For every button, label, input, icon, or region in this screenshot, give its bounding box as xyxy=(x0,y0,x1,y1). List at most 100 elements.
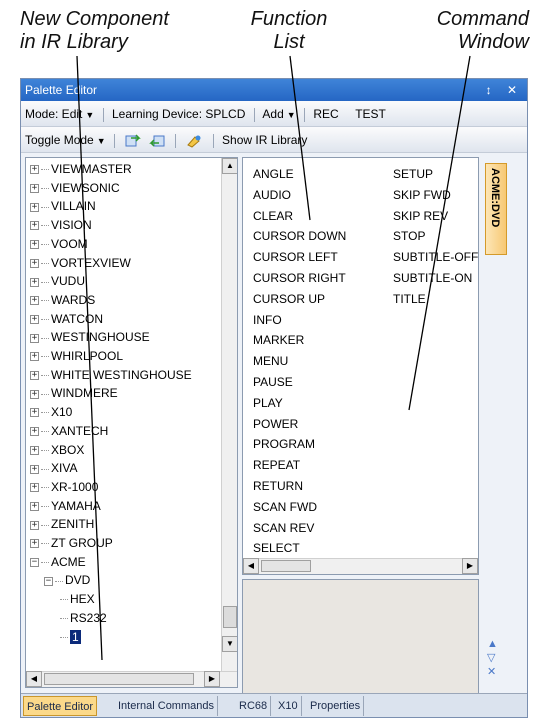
function-item[interactable]: CLEAR xyxy=(253,208,293,224)
expand-icon[interactable]: + xyxy=(30,464,39,474)
import-icon[interactable] xyxy=(125,134,142,148)
show-ir-library-button[interactable]: Show IR Library xyxy=(222,133,307,147)
tree-item[interactable]: + XIVA xyxy=(30,459,77,477)
function-item[interactable]: SCAN FWD xyxy=(253,499,317,515)
tree-item[interactable]: + XR-1000 xyxy=(30,478,98,496)
expand-icon[interactable]: + xyxy=(30,371,39,381)
expand-icon[interactable]: + xyxy=(30,352,39,362)
function-item[interactable]: SUBTITLE-OFF xyxy=(393,249,478,265)
expand-icon[interactable]: + xyxy=(30,221,39,231)
tree-item-acme[interactable]: − ACME xyxy=(30,553,86,571)
function-item[interactable]: PROGRAM xyxy=(253,436,315,452)
tree-item[interactable]: + XANTECH xyxy=(30,422,108,440)
learning-device-button[interactable]: Learning Device: SPLCD xyxy=(112,107,245,121)
function-item[interactable]: SCAN REV xyxy=(253,520,314,536)
expand-icon[interactable]: + xyxy=(30,408,39,418)
mode-dropdown[interactable]: Mode: Edit ▼ xyxy=(25,107,94,121)
expand-icon[interactable]: + xyxy=(30,296,39,306)
pin-up-icon[interactable]: ▲ xyxy=(487,637,498,651)
tree-item[interactable]: + XBOX xyxy=(30,441,84,459)
expand-icon[interactable]: + xyxy=(30,520,39,530)
collapse-icon[interactable]: − xyxy=(44,576,53,586)
function-item[interactable]: SELECT xyxy=(253,540,300,556)
ir-library-icon[interactable] xyxy=(186,134,202,148)
expand-icon[interactable]: + xyxy=(30,389,39,399)
function-item[interactable]: SETUP xyxy=(393,166,433,182)
function-item[interactable]: POWER xyxy=(253,416,298,432)
tab-internal-commands[interactable]: Internal Commands xyxy=(115,696,218,716)
function-item[interactable]: MARKER xyxy=(253,332,304,348)
tab-rc68[interactable]: RC68 xyxy=(236,696,272,716)
expand-icon[interactable]: + xyxy=(30,165,39,175)
scroll-left-icon[interactable]: ◀ xyxy=(243,558,259,574)
close-icon[interactable]: ✕ xyxy=(487,665,498,679)
tree-item[interactable]: + ZENITH xyxy=(30,515,94,533)
tree-item[interactable]: + WHITE WESTINGHOUSE xyxy=(30,366,192,384)
pin-down-icon[interactable]: ▽ xyxy=(487,651,498,665)
function-item[interactable]: STOP xyxy=(393,228,425,244)
tab-properties[interactable]: Properties xyxy=(307,696,365,716)
expand-icon[interactable]: + xyxy=(30,427,39,437)
expand-icon[interactable]: + xyxy=(30,501,39,511)
tree-item[interactable]: + VIEWMASTER xyxy=(30,160,132,178)
tree-item[interactable]: + ZT GROUP xyxy=(30,534,113,552)
function-item[interactable]: PAUSE xyxy=(253,374,293,390)
scroll-right-icon[interactable]: ▶ xyxy=(204,671,220,687)
scrollbar-thumb[interactable] xyxy=(44,673,194,685)
tree-item-new-component[interactable]: 1 xyxy=(60,628,81,646)
tree-hscrollbar[interactable]: ◀ ▶ xyxy=(26,671,237,687)
expand-icon[interactable]: + xyxy=(30,184,39,194)
acme-dvd-side-tab[interactable]: ACME:DVD xyxy=(485,163,507,255)
scroll-up-icon[interactable]: ▲ xyxy=(222,158,237,174)
function-item[interactable]: RETURN xyxy=(253,478,303,494)
function-item[interactable]: CURSOR DOWN xyxy=(253,228,346,244)
scroll-left-icon[interactable]: ◀ xyxy=(26,671,42,687)
function-item[interactable]: CURSOR LEFT xyxy=(253,249,338,265)
function-item[interactable]: INFO xyxy=(253,312,282,328)
scroll-right-icon[interactable]: ▶ xyxy=(462,558,478,574)
toggle-mode-dropdown[interactable]: Toggle Mode ▼ xyxy=(25,133,106,147)
command-window[interactable] xyxy=(242,579,479,709)
function-item[interactable]: SKIP REV xyxy=(393,208,448,224)
tree-item[interactable]: + VUDU xyxy=(30,272,85,290)
tree-item[interactable]: + VOOM xyxy=(30,235,88,253)
expand-icon[interactable]: + xyxy=(30,240,39,250)
tree-item[interactable]: + WINDMERE xyxy=(30,384,118,402)
tree-item-hex[interactable]: HEX xyxy=(60,590,95,608)
test-button[interactable]: TEST xyxy=(355,107,386,121)
tree-item[interactable]: + WARDS xyxy=(30,291,95,309)
tree-item-dvd[interactable]: − DVD xyxy=(44,571,90,589)
tree-item[interactable]: + VISION xyxy=(30,216,92,234)
tree-item[interactable]: + YAMAHA xyxy=(30,497,101,515)
titlebar-buttons[interactable]: ↕ ✕ xyxy=(486,79,523,101)
tab-x10[interactable]: X10 xyxy=(275,696,302,716)
expand-icon[interactable]: + xyxy=(30,202,39,212)
function-item[interactable]: AUDIO xyxy=(253,187,291,203)
expand-icon[interactable]: + xyxy=(30,333,39,343)
function-item[interactable]: CURSOR UP xyxy=(253,291,325,307)
tree-vscrollbar[interactable]: ▲ ▼ xyxy=(221,158,237,671)
export-icon[interactable] xyxy=(148,134,165,148)
expand-icon[interactable]: + xyxy=(30,258,39,268)
tree-item-rs232[interactable]: RS232 xyxy=(60,609,107,627)
tree-item[interactable]: + VORTEXVIEW xyxy=(30,254,131,272)
function-item[interactable]: ANGLE xyxy=(253,166,294,182)
collapse-icon[interactable]: − xyxy=(30,558,39,568)
expand-icon[interactable]: + xyxy=(30,483,39,493)
scrollbar-thumb[interactable] xyxy=(261,560,311,572)
function-item[interactable]: MENU xyxy=(253,353,288,369)
expand-icon[interactable]: + xyxy=(30,277,39,287)
function-list-hscrollbar[interactable]: ◀ ▶ xyxy=(243,558,478,574)
tab-palette-editor[interactable]: Palette Editor xyxy=(23,696,98,716)
expand-icon[interactable]: + xyxy=(30,539,39,549)
tree-item[interactable]: + VIEWSONIC xyxy=(30,179,120,197)
scrollbar-thumb[interactable] xyxy=(223,606,237,628)
tree-item[interactable]: + WATCON xyxy=(30,310,103,328)
function-item[interactable]: SUBTITLE-ON xyxy=(393,270,472,286)
scroll-down-icon[interactable]: ▼ xyxy=(222,636,237,652)
function-item[interactable]: SKIP FWD xyxy=(393,187,451,203)
expand-icon[interactable]: + xyxy=(30,445,39,455)
function-item[interactable]: CURSOR RIGHT xyxy=(253,270,346,286)
tree-item[interactable]: + WESTINGHOUSE xyxy=(30,328,150,346)
add-dropdown[interactable]: Add ▼ xyxy=(262,107,295,121)
